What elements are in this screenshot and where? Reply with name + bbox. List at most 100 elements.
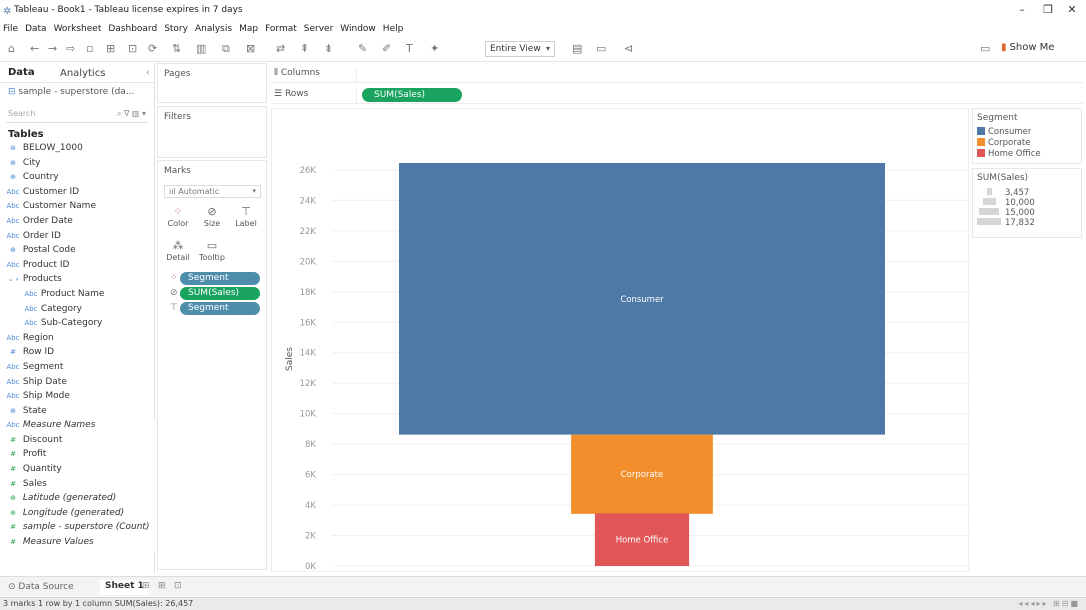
rows-shelf[interactable]: ☰ Rows SUM(Sales) [271, 86, 1083, 104]
new-worksheet-icon[interactable]: ⊡ [128, 42, 137, 55]
menu-file[interactable]: File [3, 24, 18, 34]
labels-icon[interactable]: T [406, 42, 413, 55]
minimize-button[interactable]: – [1012, 3, 1032, 16]
filters-card[interactable]: Filters [157, 106, 267, 158]
field-item[interactable]: ⊕ Latitude (generated) [0, 493, 155, 508]
menu-format[interactable]: Format [265, 24, 297, 34]
swap-rows-cols-icon[interactable]: ⇄ [276, 42, 285, 55]
columns-shelf[interactable]: ⦀ Columns [271, 65, 1083, 83]
presentation-icon[interactable]: ▭ [980, 42, 990, 55]
replay-icon[interactable]: ⇨ [66, 42, 75, 55]
show-me-button[interactable]: ▮ Show Me [1001, 42, 1054, 53]
menu-data[interactable]: Data [25, 24, 47, 34]
menu-help[interactable]: Help [383, 24, 404, 34]
pin-icon[interactable]: ✦ [430, 42, 439, 55]
field-item[interactable]: ⊕ Postal Code [0, 245, 155, 260]
home-icon[interactable]: ⌂ [8, 42, 15, 55]
size-legend-item[interactable]: 3,457 [977, 188, 1029, 198]
size-button[interactable]: ⊘ Size [198, 205, 226, 235]
tab-analytics[interactable]: Analytics [60, 68, 105, 79]
tab-data[interactable]: Data [8, 67, 35, 78]
share-icon[interactable]: ⊲ [624, 42, 633, 55]
collapse-pane-icon[interactable]: ‹ [146, 68, 150, 78]
field-item[interactable]: Abc Measure Names [0, 420, 155, 435]
field-item[interactable]: ⌄ ⸗ Products [0, 274, 155, 289]
pill-segment-color[interactable]: Segment [180, 272, 260, 285]
chart-type-icon[interactable]: ▥ [196, 42, 206, 55]
pill-segment-label[interactable]: Segment [180, 302, 260, 315]
field-item[interactable]: # Quantity [0, 464, 155, 479]
field-item[interactable]: # Discount [0, 434, 155, 450]
cards-toggle-icon[interactable]: ▤ [572, 42, 582, 55]
redo-icon[interactable]: → [48, 42, 57, 55]
field-item[interactable]: Abc Order ID [0, 231, 155, 246]
new-dashboard-icon[interactable]: ⊞ [158, 581, 166, 591]
close-button[interactable]: ✕ [1062, 3, 1082, 16]
menu-analysis[interactable]: Analysis [195, 24, 232, 34]
highlight-icon[interactable]: ✎ [358, 42, 367, 55]
menu-server[interactable]: Server [304, 24, 334, 34]
field-search-input[interactable]: Search ⌕ ∇ ▥ ▾ [6, 109, 148, 123]
menu-window[interactable]: Window [340, 24, 376, 34]
field-item[interactable]: # Row ID [0, 347, 155, 362]
save-icon[interactable]: ▫ [86, 42, 93, 55]
field-item[interactable]: ⊛ BELOW_1000 [0, 143, 155, 158]
field-item[interactable]: # Measure Values [0, 537, 155, 552]
size-legend-item[interactable]: 17,832 [977, 218, 1035, 228]
field-item[interactable]: Abc Ship Date [0, 377, 155, 392]
field-item[interactable]: # Profit [0, 449, 155, 465]
legend-item-consumer[interactable]: Consumer [977, 127, 1031, 137]
swap-icon[interactable]: ⇅ [172, 42, 181, 55]
field-item[interactable]: Abc Customer Name [0, 201, 155, 216]
annotate-icon[interactable]: ✐ [382, 42, 391, 55]
sort-desc-icon[interactable]: ⇟ [324, 42, 333, 55]
field-item[interactable]: # Sales [0, 478, 155, 494]
size-legend[interactable]: SUM(Sales) 3,457 10,000 15,000 17,832 [972, 168, 1082, 238]
search-filter-icons[interactable]: ⌕ ∇ ▥ ▾ [117, 109, 146, 119]
menu-dashboard[interactable]: Dashboard [108, 24, 157, 34]
size-legend-item[interactable]: 15,000 [977, 208, 1035, 218]
sort-asc-icon[interactable]: ⇞ [300, 42, 309, 55]
field-item[interactable]: Abc Ship Mode [0, 391, 155, 406]
datasource-tab[interactable]: ⊙ Data Source [8, 582, 74, 592]
tooltip-button[interactable]: ▭ Tooltip [198, 239, 226, 269]
new-datasource-icon[interactable]: ⊞ [106, 42, 115, 55]
field-item[interactable]: Abc Product Name [0, 289, 155, 304]
field-item[interactable]: Abc Sub-Category [0, 318, 155, 333]
legend-item-corporate[interactable]: Corporate [977, 138, 1031, 148]
segment-legend[interactable]: Segment Consumer Corporate Home Office [972, 108, 1082, 164]
fit-view-select[interactable]: Entire View ▾ [485, 41, 555, 57]
legend-item-home-office[interactable]: Home Office [977, 149, 1041, 159]
field-item[interactable]: Abc Order Date [0, 216, 155, 231]
clear-icon[interactable]: ⊠ [246, 42, 255, 55]
group-icon[interactable]: ⧉ [222, 42, 230, 55]
color-button[interactable]: ⁘ Color [164, 205, 192, 235]
field-item[interactable]: # sample - superstore (Count) [0, 522, 155, 538]
field-item[interactable]: Abc Segment [0, 362, 155, 377]
size-legend-item[interactable]: 10,000 [977, 198, 1035, 208]
field-item[interactable]: Abc Region [0, 333, 155, 348]
field-item[interactable]: ⊕ Country [0, 172, 155, 187]
field-item[interactable]: Abc Customer ID [0, 187, 155, 202]
menu-story[interactable]: Story [164, 24, 188, 34]
maximize-button[interactable]: ❐ [1038, 3, 1058, 16]
pages-card[interactable]: Pages [157, 63, 267, 103]
rows-pill-sum-sales[interactable]: SUM(Sales) [362, 88, 462, 102]
pill-sum-sales-size[interactable]: SUM(Sales) [180, 287, 260, 300]
new-story-icon[interactable]: ⊡ [174, 581, 182, 591]
new-worksheet-icon[interactable]: ⊞ [142, 581, 150, 591]
mark-type-select[interactable]: ııl Automatic ▾ [164, 185, 261, 198]
undo-icon[interactable]: ← [30, 42, 39, 55]
tooltip-toggle-icon[interactable]: ▭ [596, 42, 606, 55]
field-item[interactable]: ⊕ City [0, 158, 155, 173]
datasource-item[interactable]: ⊟ sample - superstore (da... [8, 87, 134, 97]
detail-button[interactable]: ⁂ Detail [164, 239, 192, 269]
sheet-nav-icons[interactable]: ◂◂◂▸▸ ⊞⊟■ [1018, 599, 1080, 608]
refresh-icon[interactable]: ⟳ [148, 42, 157, 55]
field-item[interactable]: Abc Product ID [0, 260, 155, 275]
field-item[interactable]: ⊕ Longitude (generated) [0, 507, 155, 523]
menu-map[interactable]: Map [239, 24, 258, 34]
field-item[interactable]: Abc Category [0, 304, 155, 319]
menu-worksheet[interactable]: Worksheet [54, 24, 102, 34]
label-button[interactable]: ⊤ Label [232, 205, 260, 235]
